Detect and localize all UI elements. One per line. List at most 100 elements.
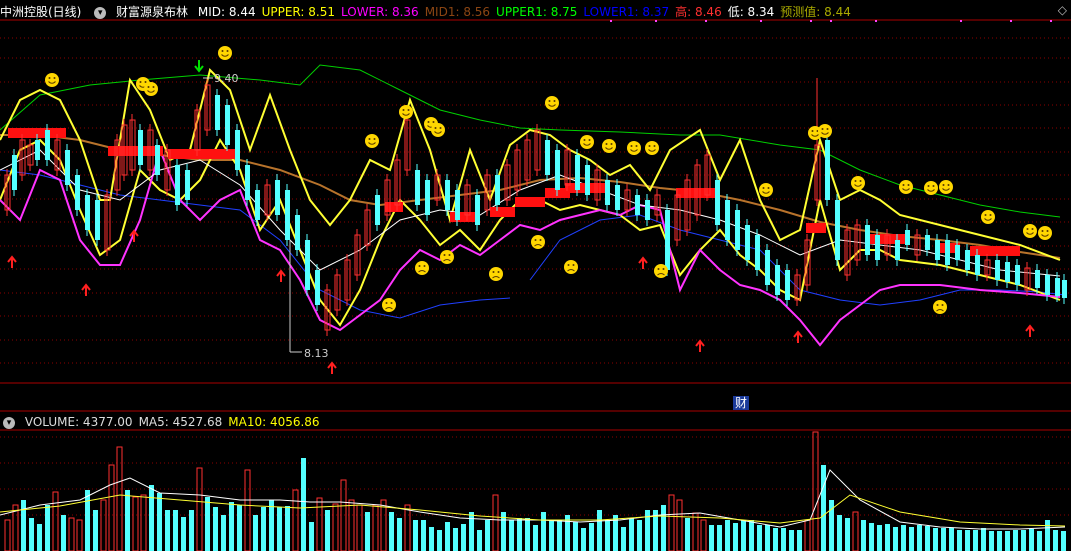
volume-bar-up <box>812 431 819 551</box>
volume-bar-down <box>957 530 962 551</box>
smiley-icon <box>602 139 616 153</box>
volume-bar-down <box>1037 531 1042 551</box>
volume-bar-down <box>85 490 90 551</box>
volume-bar-down <box>485 520 490 551</box>
volume-bar-down <box>581 528 586 551</box>
volume-bar-up <box>316 497 323 551</box>
volume-bar-down <box>949 528 954 551</box>
signal-dot <box>1050 20 1052 22</box>
volume-bar-down <box>965 530 970 551</box>
volume-bar-up <box>404 504 411 551</box>
volume-bar-up <box>68 517 75 551</box>
candle-down <box>1055 278 1060 296</box>
face-eye <box>942 184 945 186</box>
candle-down <box>905 230 910 245</box>
candle-down <box>545 140 550 175</box>
candle-down <box>95 200 100 240</box>
signal-dot <box>705 20 707 22</box>
face-eye <box>762 187 765 189</box>
volume-bar-down <box>605 520 610 551</box>
candle-down <box>635 195 640 215</box>
volume-bar-down <box>597 510 602 551</box>
face-eye <box>492 271 495 273</box>
face-eye <box>767 187 770 189</box>
volume-bar-down <box>365 512 370 551</box>
volume-bar-down <box>93 510 98 551</box>
high-price-label: 9.40 <box>214 72 239 85</box>
smiley-icon <box>645 141 659 155</box>
face-eye <box>434 127 437 129</box>
candle-down <box>1045 275 1050 295</box>
volume-bar-up <box>700 519 707 551</box>
volume-bar-down <box>1005 531 1010 551</box>
volume-bar-down <box>917 525 922 551</box>
candle-down <box>605 180 610 205</box>
candle-down <box>785 270 790 300</box>
financial-report-marker[interactable]: 财 <box>733 396 750 410</box>
candle-down <box>138 130 143 165</box>
volume-bar-up <box>804 519 811 551</box>
candle-down <box>455 190 460 220</box>
face-eye <box>407 109 410 111</box>
chevron-down-icon[interactable]: ▾ <box>3 416 15 429</box>
volume-bar-down <box>437 530 442 551</box>
volume-bar-down <box>661 505 666 551</box>
volume-bar-down <box>533 525 538 551</box>
volume-bar-down <box>445 522 450 551</box>
volume-bar-down <box>165 510 170 551</box>
signal-dot <box>830 20 832 22</box>
kline-chart[interactable]: 9.40 8.13 <box>0 0 1071 551</box>
volume-field: VOLUME: 4377.00 <box>24 415 133 429</box>
volume-bar-down <box>989 531 994 551</box>
candle-down <box>925 235 930 250</box>
volume-bar-down <box>477 530 482 551</box>
volume-bar-down <box>213 507 218 551</box>
face-eye <box>826 128 829 130</box>
face-eye <box>226 50 229 52</box>
face-eye <box>368 138 371 140</box>
volume-bar-down <box>845 518 850 551</box>
face-eye <box>662 268 665 270</box>
face-eye <box>811 130 814 132</box>
volume-bar-up <box>140 494 147 551</box>
candle-down <box>1035 270 1040 288</box>
candle-down <box>755 235 760 270</box>
volume-bar-up <box>348 499 355 551</box>
smiley-icon <box>1023 224 1037 238</box>
candle-down <box>245 165 250 200</box>
volume-bar-up <box>292 489 299 551</box>
candle-down <box>305 240 310 290</box>
volume-bar-down <box>421 520 426 551</box>
candle-down <box>255 190 260 220</box>
frown-icon <box>531 235 545 249</box>
candle-down <box>375 195 380 225</box>
face-eye <box>152 86 155 88</box>
volume-bar-down <box>685 518 690 551</box>
volume-bar-down <box>1013 530 1018 551</box>
face-eye <box>139 81 142 83</box>
face-eye <box>548 100 551 102</box>
volume-bar-down <box>869 523 874 551</box>
face-eye <box>432 121 435 123</box>
face-eye <box>635 145 638 147</box>
candle-down <box>275 180 280 215</box>
volume-bar-down <box>221 515 226 551</box>
volume-bar-up <box>108 464 115 551</box>
candle-down <box>35 140 40 160</box>
signal-dot <box>655 20 657 22</box>
volume-bar-down <box>397 518 402 551</box>
face-eye <box>927 185 930 187</box>
volume-bar-down <box>821 465 826 551</box>
candle-down <box>185 170 190 200</box>
signal-dot <box>960 20 962 22</box>
trend-bar <box>515 197 545 207</box>
face-eye <box>854 180 857 182</box>
volume-bar-down <box>237 505 242 551</box>
candle-down <box>935 240 940 260</box>
smiley-icon <box>1038 226 1052 240</box>
candle-down <box>835 200 840 260</box>
volume-bar-down <box>413 520 418 551</box>
volume-bar-up <box>492 494 499 551</box>
volume-bar-up <box>244 469 251 551</box>
smiley-icon <box>924 181 938 195</box>
